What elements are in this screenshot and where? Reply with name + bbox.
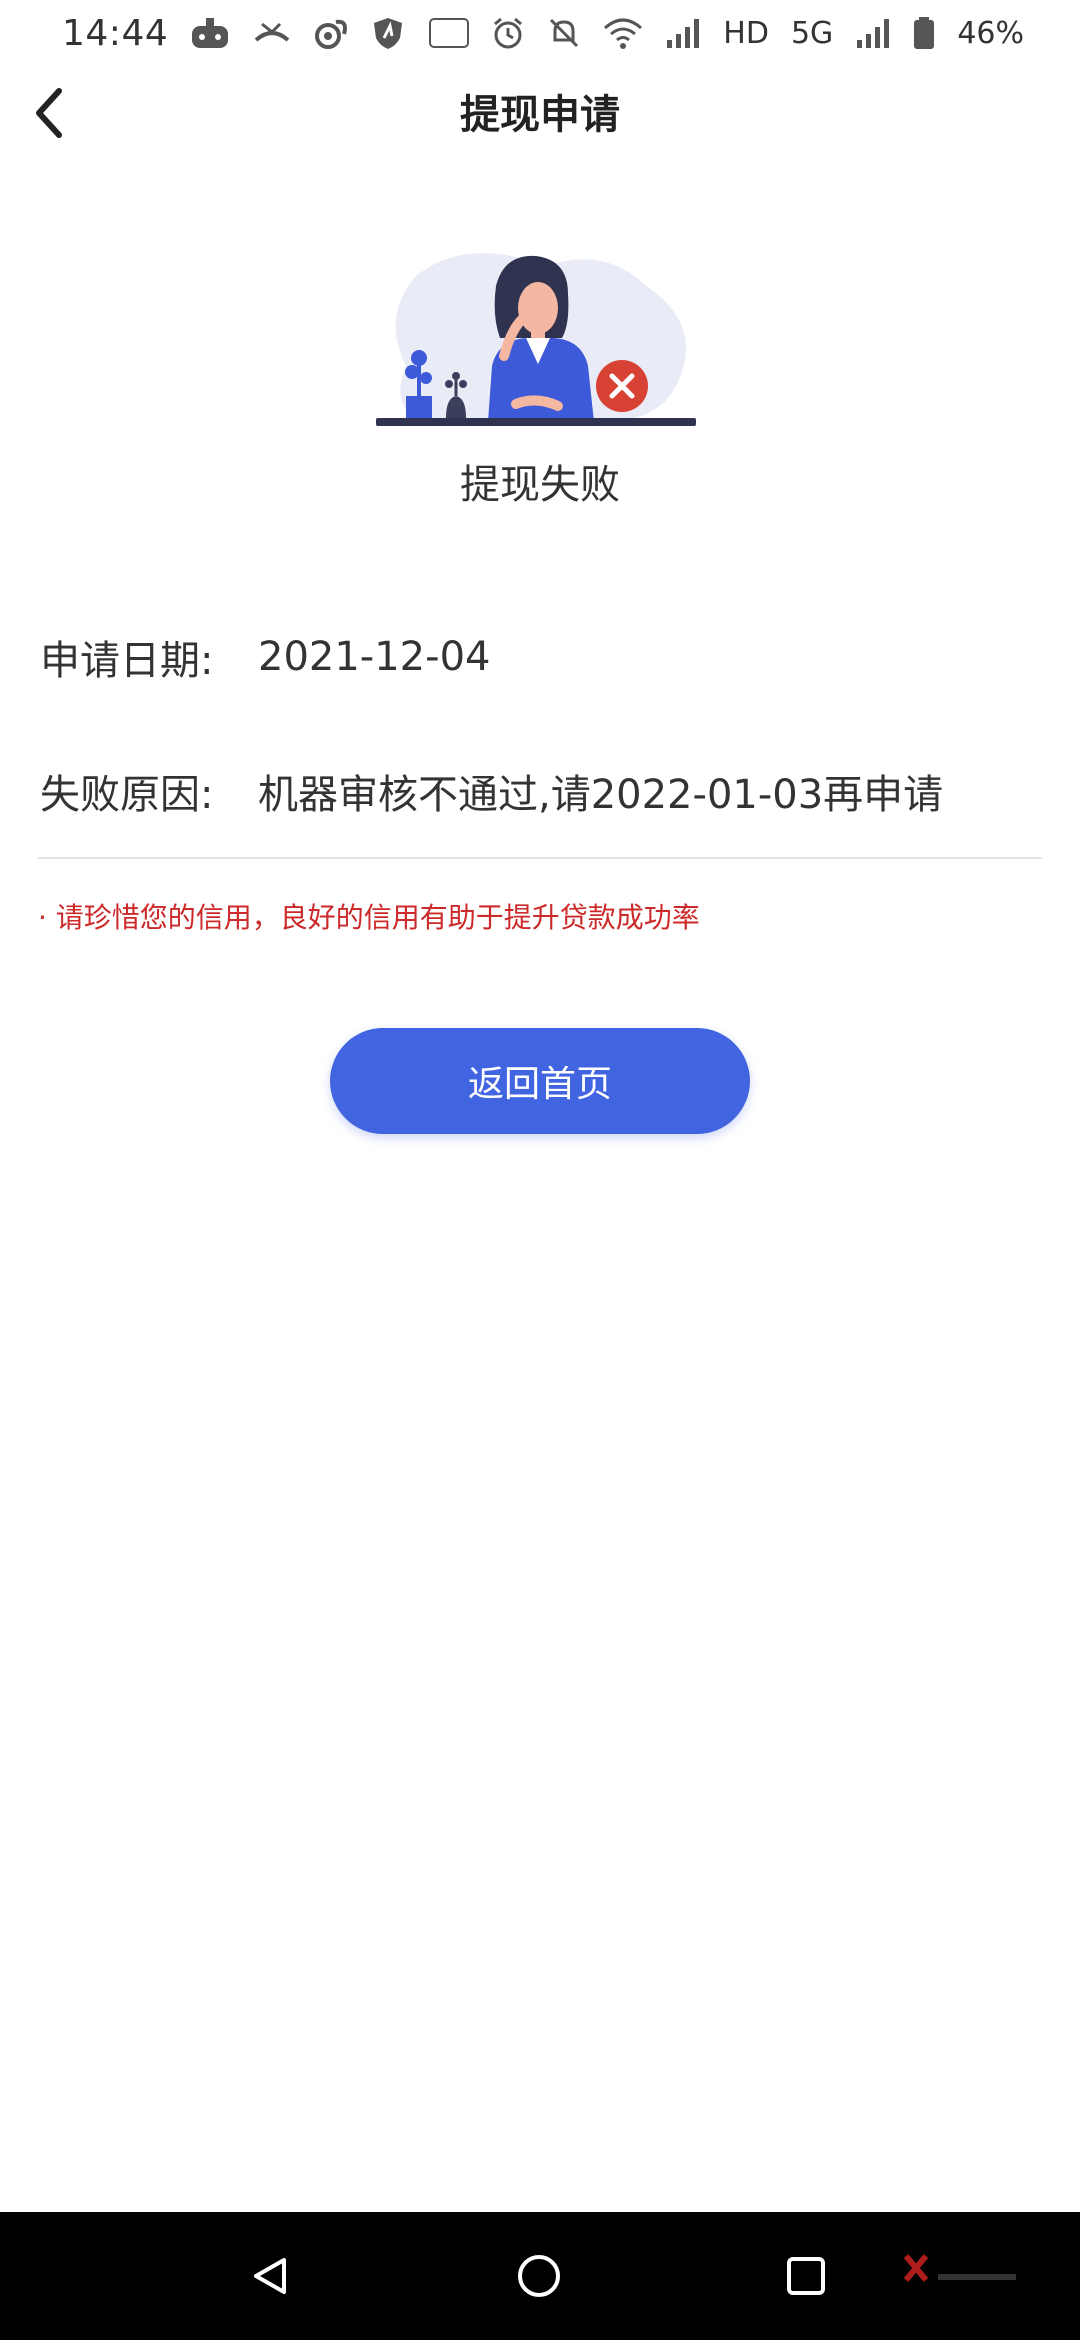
failure-illustration xyxy=(376,246,706,432)
apply-date-value: 2021-12-04 xyxy=(258,634,491,680)
status-right: HD 5G 46% xyxy=(429,16,1024,51)
apply-date-row: 申请日期: 2021-12-04 xyxy=(40,628,1040,686)
apply-date-label: 申请日期: xyxy=(40,638,214,684)
page-title: 提现申请 xyxy=(460,92,620,138)
auto-hz-icon xyxy=(429,18,470,48)
nav-bar: 提现申请 xyxy=(0,66,1080,156)
network-type: 5G xyxy=(790,15,834,51)
battery-level: 46% xyxy=(957,15,1024,51)
nav-back-button[interactable] xyxy=(210,2212,330,2340)
result-title: 提现失败 xyxy=(460,462,620,508)
alarm-icon xyxy=(491,16,525,50)
fail-reason-label: 失败原因: xyxy=(40,772,214,818)
nav-recents-button[interactable] xyxy=(746,2212,866,2340)
return-home-button[interactable]: 返回首页 xyxy=(330,1028,750,1134)
signal-icon xyxy=(665,16,701,50)
status-time: 14:44 xyxy=(62,12,169,54)
status-left: 14:44 xyxy=(62,13,404,54)
watermark-logo xyxy=(902,2250,1022,2290)
divider xyxy=(38,857,1042,859)
signal-icon xyxy=(855,16,891,50)
shield-icon xyxy=(372,16,404,50)
credit-notice: · 请珍惜您的信用，良好的信用有助于提升贷款成功率 xyxy=(38,901,700,934)
missed-call-icon xyxy=(252,18,292,48)
status-bar: 14:44 HD 5G 46% xyxy=(0,0,1080,66)
network-hd: HD xyxy=(723,15,769,51)
back-button[interactable] xyxy=(14,78,84,148)
squirrel-icon xyxy=(314,16,350,50)
game-icon xyxy=(190,16,230,50)
square-recents-icon xyxy=(787,2257,825,2295)
wifi-icon xyxy=(603,16,643,50)
fail-reason-row: 失败原因: 机器审核不通过,请2022-01-03再申请 xyxy=(40,762,1040,820)
battery-icon xyxy=(913,16,935,50)
nav-home-button[interactable] xyxy=(479,2212,599,2340)
mute-icon xyxy=(547,16,581,50)
fail-reason-value: 机器审核不通过,请2022-01-03再申请 xyxy=(258,772,944,818)
back-arrow-icon xyxy=(36,88,62,138)
circle-home-icon xyxy=(518,2255,560,2297)
triangle-back-icon xyxy=(254,2258,286,2294)
